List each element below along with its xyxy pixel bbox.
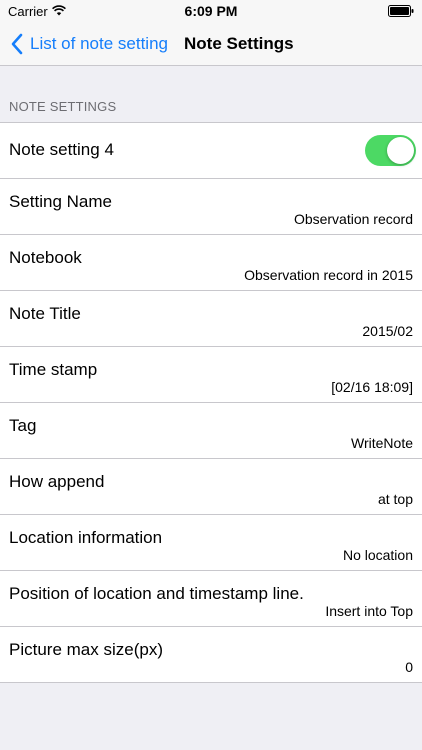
status-time: 6:09 PM [184, 3, 238, 19]
row-label: Time stamp [9, 360, 98, 379]
navigation-bar: List of note setting Note Settings [0, 22, 422, 66]
status-bar: Carrier 6:09 PM [0, 0, 422, 22]
row-value: [02/16 18:09] [331, 379, 413, 395]
settings-table: Note setting 4 Setting Name Observation … [0, 122, 422, 683]
row-label: Notebook [9, 248, 82, 267]
row-value: Observation record [293, 211, 413, 227]
page-title: Note Settings [184, 34, 294, 53]
row-label: Setting Name [9, 192, 112, 211]
row-value: 2015/02 [362, 323, 413, 339]
setting-row-picture-max-size[interactable]: Picture max size(px) 0 [0, 627, 422, 682]
chevron-left-icon [11, 33, 23, 55]
setting-row-tag[interactable]: Tag WriteNote [0, 403, 422, 459]
setting-row-time-stamp[interactable]: Time stamp [02/16 18:09] [0, 347, 422, 403]
row-label: Tag [9, 416, 37, 435]
note-setting-switch[interactable] [365, 135, 416, 166]
row-value: Insert into Top [325, 603, 413, 619]
switch-knob [387, 137, 414, 164]
row-value: WriteNote [351, 435, 413, 451]
setting-row-location-information[interactable]: Location information No location [0, 515, 422, 571]
row-value: at top [377, 491, 413, 507]
setting-row-notebook[interactable]: Notebook Observation record in 2015 [0, 235, 422, 291]
row-label: Note Title [9, 304, 81, 323]
setting-row-setting-name[interactable]: Setting Name Observation record [0, 179, 422, 235]
section-header: NOTE SETTINGS [9, 99, 117, 114]
row-value: 0 [405, 659, 413, 675]
setting-row-how-append[interactable]: How append at top [0, 459, 422, 515]
back-button[interactable]: List of note setting [10, 22, 168, 66]
row-label: Location information [9, 528, 163, 547]
back-button-label: List of note setting [30, 34, 168, 53]
row-label: Position of location and timestamp line. [9, 584, 304, 603]
row-label: How append [9, 472, 105, 491]
setting-row-position-of-location[interactable]: Position of location and timestamp line.… [0, 571, 422, 627]
note-setting-toggle-row: Note setting 4 [0, 123, 422, 179]
toggle-row-label: Note setting 4 [9, 140, 114, 159]
battery-icon [388, 5, 414, 17]
row-value: No location [342, 547, 413, 563]
row-value: Observation record in 2015 [244, 267, 413, 283]
setting-row-note-title[interactable]: Note Title 2015/02 [0, 291, 422, 347]
row-label: Picture max size(px) [9, 640, 163, 659]
